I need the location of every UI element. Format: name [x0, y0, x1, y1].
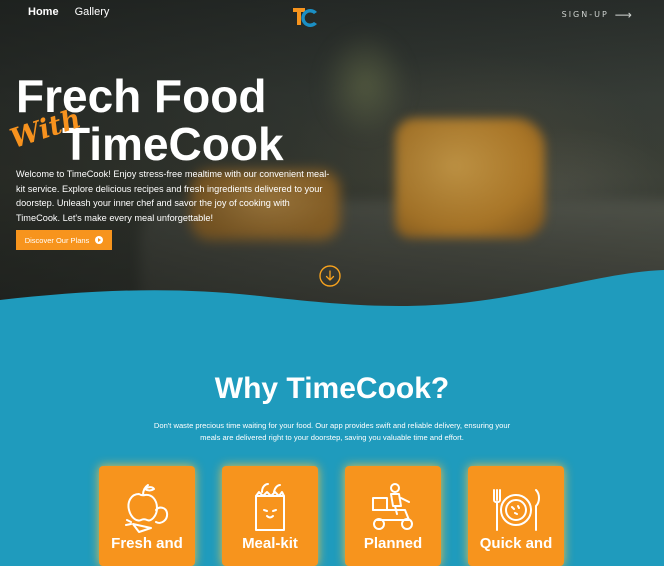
hero-title-line2: TimeCook — [62, 118, 284, 170]
signup-label: SIGN-UP — [561, 10, 609, 19]
hero-description: Welcome to TimeCook! Enjoy stress-free m… — [16, 169, 330, 223]
meal-kit-bag-icon — [255, 483, 285, 531]
feature-card-label: Fresh and — [111, 535, 183, 552]
feature-card-planned[interactable]: Planned — [345, 466, 441, 566]
feature-card-quick[interactable]: Quick and — [468, 466, 564, 566]
fresh-produce-icon — [125, 484, 169, 533]
discover-plans-label: Discover Our Plans — [24, 235, 90, 245]
feature-card-fresh[interactable]: Fresh and — [99, 466, 195, 566]
nav-gallery-link[interactable]: Gallery — [75, 6, 110, 18]
feature-card-mealkit[interactable]: Meal-kit — [222, 466, 318, 566]
delivery-scooter-icon — [372, 483, 413, 530]
feature-card-label: Meal-kit — [242, 535, 298, 552]
main-nav: Home Gallery — [28, 6, 109, 18]
discover-plans-button[interactable]: Discover Our Plans — [16, 230, 112, 250]
feature-card-label: Planned — [363, 535, 423, 552]
play-circle-icon — [95, 236, 104, 244]
timecook-logo[interactable] — [290, 3, 320, 31]
signup-link[interactable]: SIGN-UP ⟶ — [561, 7, 632, 22]
plate-cutlery-icon — [493, 489, 540, 531]
feature-card-label: Quick and — [479, 535, 553, 552]
arrow-right-icon: ⟶ — [614, 7, 632, 22]
why-section-title: Why TimeCook? — [214, 372, 450, 405]
why-section-description: Don't waste precious time waiting for yo… — [153, 421, 511, 442]
scroll-down-icon[interactable] — [319, 265, 341, 287]
nav-home-link[interactable]: Home — [28, 6, 59, 18]
